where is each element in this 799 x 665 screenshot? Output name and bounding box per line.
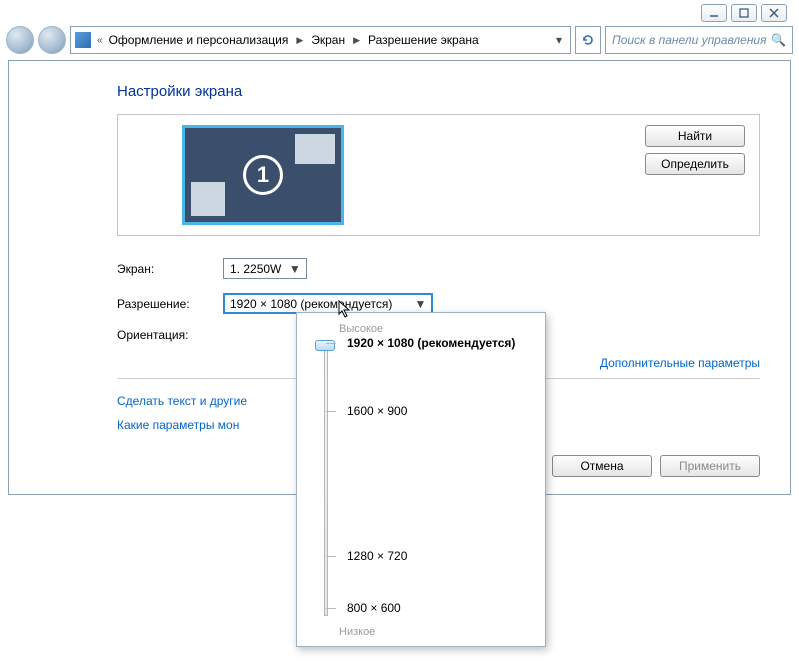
window-thumb-icon bbox=[191, 182, 225, 216]
chevron-down-icon: ▼ bbox=[287, 261, 302, 276]
resolution-select-value: 1920 × 1080 (рекомендуется) bbox=[230, 297, 392, 311]
monitor-preview-box: 1 Найти Определить bbox=[117, 114, 760, 236]
resolution-option[interactable]: 1920 × 1080 (рекомендуется) bbox=[347, 336, 515, 350]
resolution-slider[interactable] bbox=[319, 343, 333, 616]
which-params-link[interactable]: Какие параметры мон bbox=[117, 418, 239, 432]
resolution-select[interactable]: 1920 × 1080 (рекомендуется) ▼ bbox=[223, 293, 433, 314]
breadcrumb-item[interactable]: Экран bbox=[311, 33, 345, 47]
screen-label: Экран: bbox=[117, 262, 223, 276]
breadcrumb-dropdown-icon[interactable]: ▾ bbox=[552, 33, 566, 47]
slider-tick bbox=[326, 343, 336, 344]
control-panel-icon bbox=[75, 32, 91, 48]
breadcrumb-item[interactable]: Оформление и персонализация bbox=[109, 33, 289, 47]
screen-select-value: 1. 2250W bbox=[230, 262, 281, 276]
screen-select[interactable]: 1. 2250W ▼ bbox=[223, 258, 307, 279]
search-placeholder: Поиск в панели управления bbox=[612, 33, 767, 47]
chevron-right-icon: ▶ bbox=[349, 35, 364, 46]
advanced-settings-link[interactable]: Дополнительные параметры bbox=[600, 356, 760, 370]
search-icon[interactable]: 🔍 bbox=[771, 33, 786, 47]
slider-low-label: Низкое bbox=[339, 626, 375, 638]
cancel-button[interactable]: Отмена bbox=[552, 455, 652, 477]
chevron-right-icon: ▶ bbox=[292, 35, 307, 46]
refresh-icon bbox=[581, 33, 595, 47]
close-button[interactable] bbox=[761, 4, 787, 22]
orientation-label: Ориентация: bbox=[117, 328, 223, 342]
maximize-button[interactable] bbox=[731, 4, 757, 22]
resolution-label: Разрешение: bbox=[117, 297, 223, 311]
slider-tick bbox=[326, 556, 336, 557]
slider-high-label: Высокое bbox=[339, 323, 533, 335]
page-title: Настройки экрана bbox=[117, 83, 760, 100]
resolution-option[interactable]: 1280 × 720 bbox=[347, 549, 407, 563]
monitor-number-badge: 1 bbox=[243, 155, 283, 195]
apply-button[interactable]: Применить bbox=[660, 455, 760, 477]
resolution-option[interactable]: 1600 × 900 bbox=[347, 404, 407, 418]
monitor-thumbnail[interactable]: 1 bbox=[182, 125, 344, 225]
nav-forward-button[interactable] bbox=[38, 26, 66, 54]
resolution-option[interactable]: 800 × 600 bbox=[347, 601, 401, 615]
slider-thumb[interactable] bbox=[315, 340, 335, 351]
refresh-button[interactable] bbox=[575, 26, 601, 54]
chevron-down-icon: ▼ bbox=[413, 296, 428, 311]
maximize-icon bbox=[739, 8, 749, 18]
slider-track bbox=[324, 343, 328, 616]
breadcrumb-history-icon[interactable]: « bbox=[95, 35, 105, 46]
slider-tick bbox=[326, 411, 336, 412]
find-button[interactable]: Найти bbox=[645, 125, 745, 147]
minimize-button[interactable] bbox=[701, 4, 727, 22]
breadcrumb[interactable]: « Оформление и персонализация ▶ Экран ▶ … bbox=[70, 26, 571, 54]
slider-tick bbox=[326, 608, 336, 609]
nav-back-button[interactable] bbox=[6, 26, 34, 54]
resolution-dropdown[interactable]: Высокое 1920 × 1080 (рекомендуется) 1600 … bbox=[296, 312, 546, 647]
close-icon bbox=[769, 8, 779, 18]
minimize-icon bbox=[709, 8, 719, 18]
search-input[interactable]: Поиск в панели управления 🔍 bbox=[605, 26, 793, 54]
identify-button[interactable]: Определить bbox=[645, 153, 745, 175]
window-thumb-icon bbox=[295, 134, 335, 164]
breadcrumb-item[interactable]: Разрешение экрана bbox=[368, 33, 479, 47]
text-size-link[interactable]: Сделать текст и другие bbox=[117, 394, 247, 408]
